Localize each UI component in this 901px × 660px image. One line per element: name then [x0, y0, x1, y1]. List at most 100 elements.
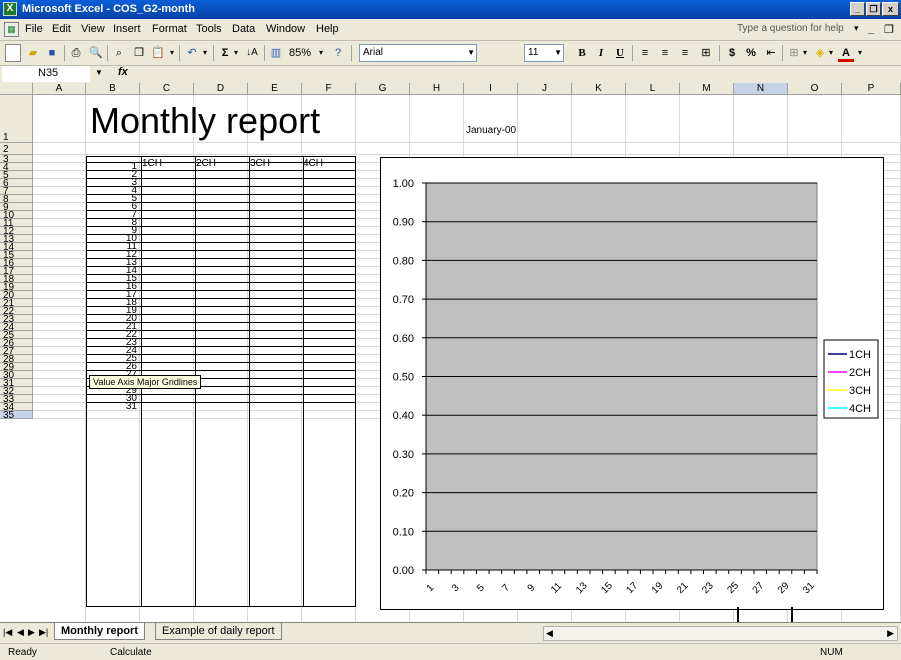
- menu-window[interactable]: Window: [266, 23, 305, 35]
- horizontal-scrollbar[interactable]: ◀ ▶: [543, 626, 898, 641]
- column-header-j[interactable]: J: [518, 83, 572, 95]
- close-button[interactable]: x: [882, 2, 899, 16]
- header-4ch[interactable]: 4CH: [303, 159, 323, 169]
- report-title[interactable]: Monthly report: [90, 101, 320, 141]
- font-name-select[interactable]: Arial ▼: [359, 44, 477, 62]
- copy-icon[interactable]: ❐: [131, 44, 147, 62]
- tab-monthly-report[interactable]: Monthly report: [54, 623, 145, 640]
- help-icon[interactable]: ?: [330, 44, 346, 62]
- align-left-icon[interactable]: ≡: [637, 44, 653, 62]
- borders-dropdown-icon[interactable]: ▾: [801, 44, 809, 62]
- undo-dropdown-icon[interactable]: ▾: [201, 44, 209, 62]
- legend-label-1ch[interactable]: 1CH: [849, 349, 871, 361]
- menu-edit[interactable]: Edit: [52, 23, 71, 35]
- prev-sheet-icon[interactable]: ◀: [17, 627, 24, 638]
- menu-tools[interactable]: Tools: [196, 23, 222, 35]
- legend-label-3ch[interactable]: 3CH: [849, 385, 871, 397]
- excel-icon[interactable]: X: [3, 2, 17, 16]
- chart[interactable]: 1.00 0.90 0.80 0.70 0.60 0.50 0.40 0.30 0.20 0.10…: [380, 157, 884, 610]
- column-header-d[interactable]: D: [194, 83, 248, 95]
- print-icon[interactable]: ⎙: [68, 44, 84, 62]
- header-3ch[interactable]: 3CH: [250, 159, 270, 169]
- minimize-button[interactable]: _: [850, 2, 865, 16]
- font-color-dropdown-icon[interactable]: ▾: [856, 44, 864, 62]
- day-cell[interactable]: 31: [86, 402, 137, 412]
- worksheet-grid[interactable]: ABCDEFGHIJKLMNOP 1 2 3 4 5 6 7 8 9 10 11 12 13 14 15 16…: [0, 83, 901, 622]
- restore-button[interactable]: ❐: [866, 2, 881, 16]
- workbook-icon[interactable]: ▦: [4, 22, 19, 37]
- sort-ascending-icon[interactable]: ↓A: [244, 44, 260, 62]
- paste-dropdown-icon[interactable]: ▾: [168, 44, 176, 62]
- column-header-p[interactable]: P: [842, 83, 901, 95]
- title-bar: X Microsoft Excel - COS_G2-month _ ❐ x: [0, 0, 901, 19]
- column-header-k[interactable]: K: [572, 83, 626, 95]
- first-sheet-icon[interactable]: |◀: [3, 627, 12, 638]
- percent-button[interactable]: %: [743, 44, 759, 62]
- scroll-right-icon[interactable]: ▶: [887, 628, 894, 639]
- italic-button[interactable]: I: [593, 44, 609, 62]
- font-color-button[interactable]: A: [838, 44, 854, 62]
- paste-icon[interactable]: 📋: [150, 44, 166, 62]
- autosum-dropdown-icon[interactable]: ▾: [232, 44, 240, 62]
- scroll-left-icon[interactable]: ◀: [546, 628, 553, 639]
- column-header-i[interactable]: I: [464, 83, 518, 95]
- chart-wizard-icon[interactable]: ▥: [268, 44, 284, 62]
- row-header-35[interactable]: 35: [0, 411, 33, 421]
- research-icon[interactable]: ⌕: [111, 44, 127, 62]
- align-center-icon[interactable]: ≡: [657, 44, 673, 62]
- column-header-a[interactable]: A: [33, 83, 86, 95]
- column-header-c[interactable]: C: [140, 83, 194, 95]
- row-header-1[interactable]: 1: [0, 95, 33, 143]
- autosum-icon[interactable]: Σ: [218, 44, 232, 62]
- legend-label-4ch[interactable]: 4CH: [849, 403, 871, 415]
- header-2ch[interactable]: 2CH: [196, 159, 216, 169]
- open-icon[interactable]: ▰: [25, 44, 41, 62]
- name-box[interactable]: N35: [2, 66, 90, 82]
- last-sheet-icon[interactable]: ▶|: [39, 627, 48, 638]
- header-1ch[interactable]: 1CH: [142, 159, 162, 169]
- fill-dropdown-icon[interactable]: ▾: [827, 44, 835, 62]
- insert-function-icon[interactable]: fx: [118, 66, 128, 78]
- column-header-m[interactable]: M: [680, 83, 734, 95]
- font-size-select[interactable]: 11 ▼: [524, 44, 564, 62]
- doc-restore-button[interactable]: ❐: [884, 23, 894, 36]
- align-right-icon[interactable]: ≡: [677, 44, 693, 62]
- menu-file[interactable]: File: [25, 23, 43, 35]
- undo-icon[interactable]: ↶: [184, 44, 200, 62]
- new-icon[interactable]: [5, 44, 21, 62]
- borders-icon[interactable]: ⊞: [786, 44, 802, 62]
- column-header-o[interactable]: O: [788, 83, 842, 95]
- column-header-n[interactable]: N: [734, 83, 788, 95]
- tab-example-daily-report[interactable]: Example of daily report: [155, 623, 282, 640]
- doc-minimize-button[interactable]: _: [868, 23, 874, 35]
- print-preview-icon[interactable]: 🔍: [88, 44, 104, 62]
- zoom-value[interactable]: 85%: [287, 44, 313, 62]
- decrease-indent-icon[interactable]: ⇤: [763, 44, 779, 62]
- bold-button[interactable]: B: [574, 44, 590, 62]
- column-header-f[interactable]: F: [302, 83, 356, 95]
- column-header-l[interactable]: L: [626, 83, 680, 95]
- name-box-dropdown-icon[interactable]: ▼: [95, 68, 103, 77]
- save-icon[interactable]: ■: [44, 44, 60, 62]
- menu-help[interactable]: Help: [316, 23, 339, 35]
- column-header-b[interactable]: B: [86, 83, 140, 95]
- menu-format[interactable]: Format: [152, 23, 187, 35]
- selected-cell-n35[interactable]: [737, 607, 793, 622]
- help-dropdown-icon[interactable]: ▾: [854, 23, 859, 34]
- menu-data[interactable]: Data: [232, 23, 255, 35]
- legend-label-2ch[interactable]: 2CH: [849, 367, 871, 379]
- column-header-e[interactable]: E: [248, 83, 302, 95]
- column-header-h[interactable]: H: [410, 83, 464, 95]
- zoom-dropdown-icon[interactable]: ▾: [317, 44, 325, 62]
- help-question-box[interactable]: Type a question for help: [737, 23, 844, 34]
- menu-view[interactable]: View: [81, 23, 105, 35]
- fill-color-icon[interactable]: ◈: [812, 44, 828, 62]
- month-cell[interactable]: January-00: [466, 125, 516, 136]
- merge-center-icon[interactable]: ⊞: [697, 44, 715, 62]
- menu-insert[interactable]: Insert: [113, 23, 141, 35]
- select-all-corner[interactable]: [0, 83, 33, 95]
- currency-button[interactable]: $: [724, 44, 740, 62]
- next-sheet-icon[interactable]: ▶: [28, 627, 35, 638]
- underline-button[interactable]: U: [612, 44, 628, 62]
- column-header-g[interactable]: G: [356, 83, 410, 95]
